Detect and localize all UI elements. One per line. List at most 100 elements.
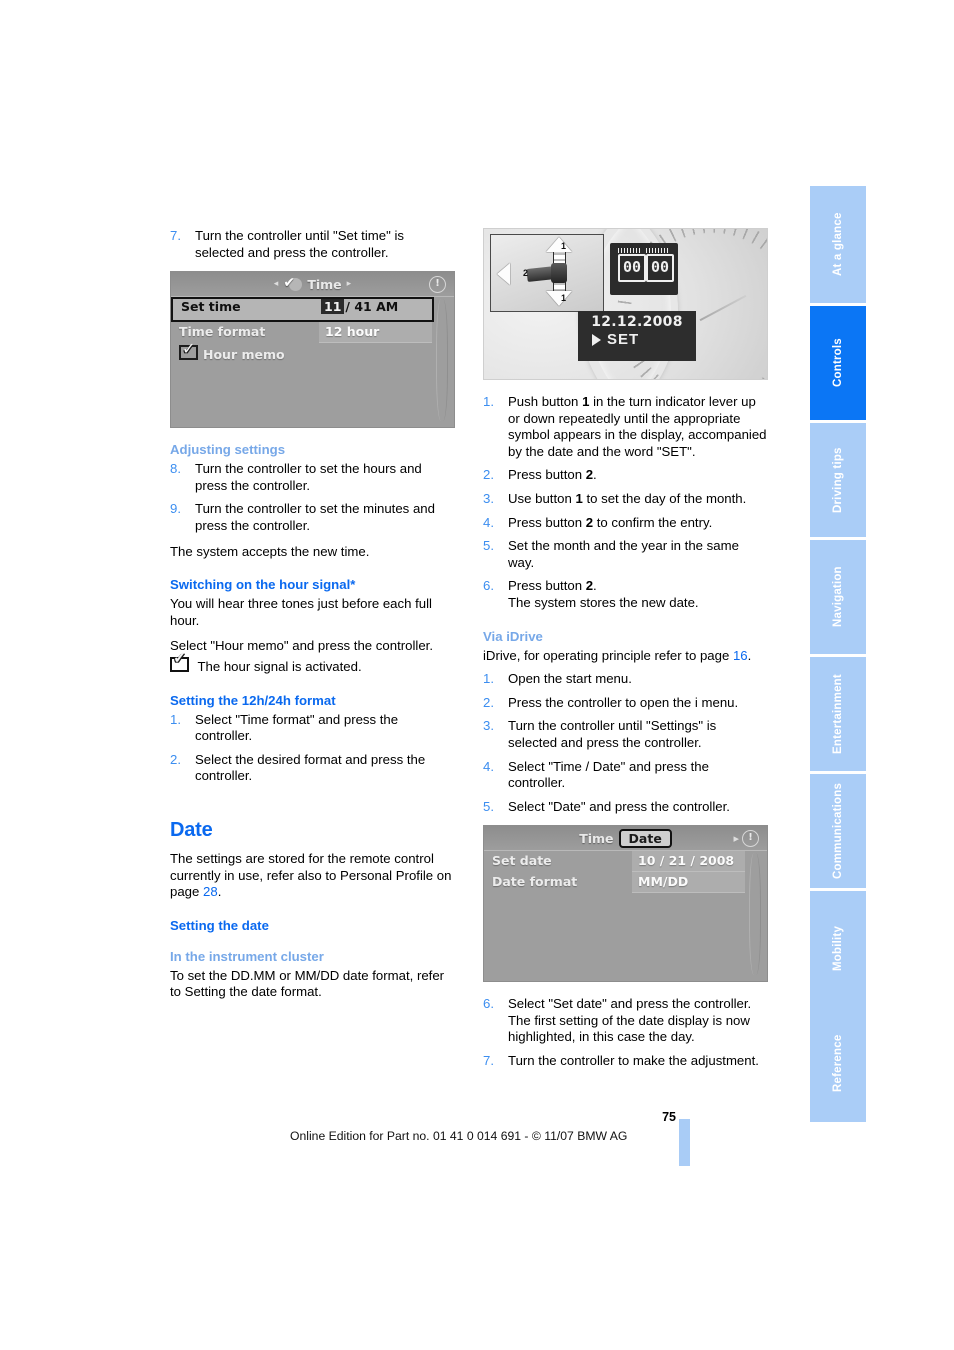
row-label-text: Hour memo <box>203 347 285 363</box>
button-ref: 2 <box>585 578 594 594</box>
turn-indicator-lever-inset: 1 1 2 <box>490 234 604 312</box>
step-number: 1. <box>483 394 494 409</box>
sidebar-tab-navigation[interactable]: Navigation <box>810 537 866 654</box>
list-item: 5. Set the month and the year in the sam… <box>483 538 768 571</box>
step-number: 2. <box>483 467 494 483</box>
step-number: 6. <box>483 996 494 1012</box>
step-number: 7. <box>483 1053 494 1069</box>
step-text-a: Push button <box>508 394 583 409</box>
list-item: 7. Turn the controller to make the adjus… <box>483 1053 768 1070</box>
step-number: 1. <box>483 671 494 687</box>
page-reference-link[interactable]: 16 <box>733 648 748 663</box>
step-number: 2. <box>483 694 494 710</box>
sidebar-tab-mobility[interactable]: Mobility <box>810 888 866 1005</box>
step-number: 5. <box>483 798 494 814</box>
footer-accent-bar <box>679 1119 690 1166</box>
step-list-adjusting: 8. Turn the controller to set the hours … <box>170 461 455 534</box>
row-date-format: Date format MM/DD <box>484 872 767 894</box>
lcd-cap-left <box>618 248 642 253</box>
row-label-with-checkbox: Hour memo <box>171 339 454 364</box>
hour-signal-activated-text: The hour signal is activated. <box>197 658 362 674</box>
row-label: Date format <box>492 874 578 890</box>
step-text: Turn the controller to make the adjustme… <box>508 1053 759 1069</box>
date-intro-paragraph: The settings are stored for the remote c… <box>170 851 455 901</box>
date-intro-period: . <box>217 884 222 900</box>
step-number: 7. <box>170 228 181 243</box>
cluster-date-display: 12.12.2008 SET <box>578 311 696 361</box>
via-idrive-intro: iDrive, for operating principle refer to… <box>483 648 768 665</box>
row-value: 11/ 41 AM <box>321 299 432 320</box>
arrow-up-icon <box>546 237 572 252</box>
label-button-2: 2 <box>523 268 529 278</box>
step-text-b: . <box>593 467 597 483</box>
hour-signal-paragraph-3: The hour signal is activated. <box>170 651 455 676</box>
cluster-set-row: SET <box>578 331 696 348</box>
right-column: 1 1 2 00 00 12.12.2008 SET 1. Push butto… <box>483 228 768 1079</box>
sidebar-tab-at-a-glance[interactable]: At a glance <box>810 183 866 303</box>
sidebar-tab-controls[interactable]: Controls <box>810 303 866 420</box>
lcd-digits-right: 00 <box>646 254 674 282</box>
left-arrow-icon: ◂ <box>273 278 279 289</box>
step-number: 9. <box>170 501 181 517</box>
row-value: 12 hour <box>319 322 432 344</box>
checkmark-icon <box>283 275 303 292</box>
step-number: 2. <box>170 751 181 767</box>
scrollbar[interactable] <box>436 299 448 422</box>
step-number: 6. <box>483 578 494 594</box>
rest-of-time: / 41 AM <box>345 299 399 315</box>
cluster-set-text: SET <box>607 331 640 348</box>
list-item: 7. Turn the controller until "Set time" … <box>170 228 455 261</box>
heading-12h-24h-format: Setting the 12h/24h format <box>170 692 336 708</box>
sidebar-tab-communications[interactable]: Communications <box>810 771 866 888</box>
sidebar-tab-entertainment[interactable]: Entertainment <box>810 654 866 771</box>
step-number: 8. <box>170 461 181 477</box>
step-text: Turn the controller to set the minutes a… <box>195 501 435 533</box>
screen-title: Time <box>307 276 342 292</box>
step-text-a: Press button <box>508 467 586 483</box>
scrollbar[interactable] <box>749 853 761 976</box>
list-item: 6. Select "Set date" and press the contr… <box>483 996 768 1046</box>
label-button-1-down: 1 <box>561 293 567 303</box>
sidebar-tab-driving-tips[interactable]: Driving tips <box>810 420 866 537</box>
step-text-a: Use button <box>508 490 576 506</box>
button-ref: 2 <box>585 467 594 483</box>
tab-time[interactable]: Time <box>579 831 613 846</box>
row-hour-memo: Hour memo <box>171 339 454 364</box>
list-item: 4. Select "Time / Date" and press the co… <box>483 759 768 792</box>
label-button-1-up: 1 <box>561 241 567 251</box>
list-item: 5. Select "Date" and press the controlle… <box>483 799 768 816</box>
step-text-b: to set the day of the month. <box>582 490 747 506</box>
step-text-b: to confirm the entry. <box>593 514 713 530</box>
row-set-time: Set time 11/ 41 AM <box>171 297 434 323</box>
step-list-format: 1. Select "Time format" and press the co… <box>170 712 455 785</box>
via-idrive-intro-period: . <box>747 647 752 663</box>
step-text-a: Press button <box>508 514 586 530</box>
step-number: 3. <box>483 718 494 734</box>
row-value: 10 / 21 / 2008 <box>632 851 745 873</box>
highlighted-hour: 11 <box>321 299 345 315</box>
list-item: 2. Press button 2. <box>483 467 768 484</box>
step-text: Select "Time format" and press the contr… <box>195 711 399 744</box>
tab-date[interactable]: Date <box>618 828 672 848</box>
cluster-date-text: 12.12.2008 <box>591 314 683 330</box>
row-value: MM/DD <box>632 872 745 894</box>
page-reference-link[interactable]: 28 <box>203 884 218 899</box>
row-time-format: Time format 12 hour <box>171 322 454 344</box>
lever-button-2 <box>551 263 567 283</box>
hour-signal-paragraph-1: You will hear three tones just before ea… <box>170 596 432 628</box>
cluster-lcd: 00 00 <box>610 243 678 295</box>
step-text: Select "Set date" and press the controll… <box>508 996 752 1045</box>
list-item: 4. Press button 2 to confirm the entry. <box>483 515 768 532</box>
idrive-body: Set time 11/ 41 AM Time format 12 hour H… <box>171 297 454 428</box>
sidebar-tab-reference[interactable]: Reference <box>810 1005 866 1122</box>
step-text: Select "Time / Date" and press the contr… <box>508 758 709 791</box>
right-arrow-icon: ▸ <box>346 278 352 289</box>
info-circle-icon: ! <box>429 276 446 294</box>
step-text: Turn the controller until "Settings" is … <box>508 718 717 750</box>
page-number: 75 <box>662 1110 676 1124</box>
idrive-header: ◂ Time ▸ ! <box>171 272 454 298</box>
row-label: Set date <box>492 853 552 869</box>
step-number: 4. <box>483 758 494 774</box>
list-item: 9. Turn the controller to set the minute… <box>170 501 455 534</box>
arrow-down-icon <box>546 291 572 306</box>
